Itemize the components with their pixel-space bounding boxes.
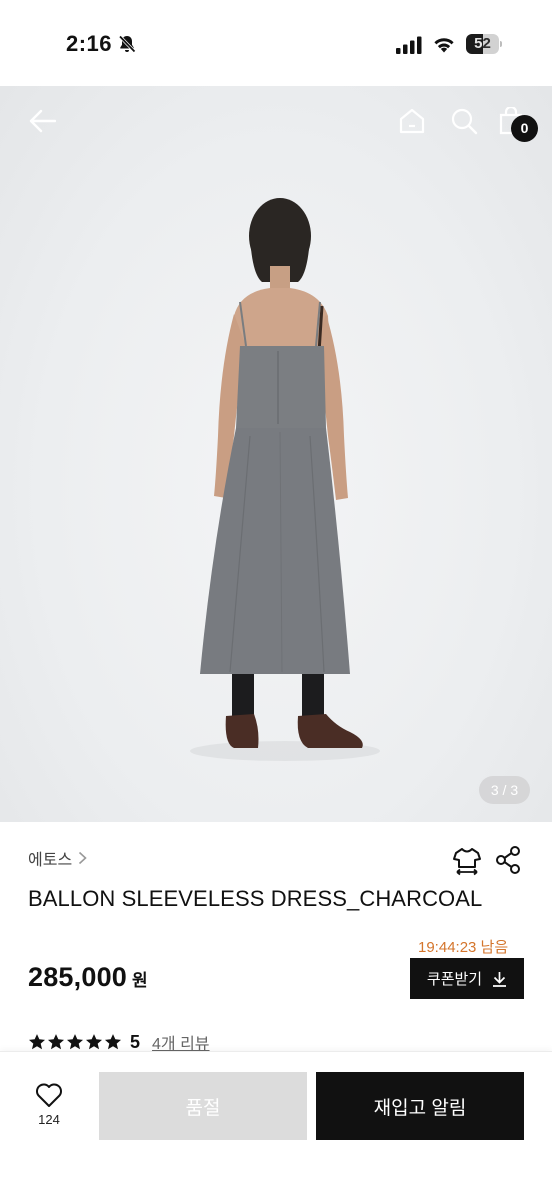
- coupon-timer: 19:44:23 남음: [418, 939, 509, 956]
- star-icon: [66, 1034, 84, 1050]
- bell-muted-icon: [118, 35, 136, 53]
- wishlist-count: 124: [38, 1112, 60, 1127]
- product-title: BALLON SLEEVELESS DRESS_CHARCOAL: [28, 886, 483, 911]
- chevron-right-icon: [79, 851, 87, 865]
- heart-icon: [36, 1083, 62, 1107]
- restock-alert-button[interactable]: 재입고 알림: [316, 1072, 524, 1140]
- arrow-left-icon: [29, 109, 56, 133]
- cellular-signal-icon: [396, 36, 422, 54]
- product-photo: [200, 198, 363, 748]
- star-icon: [104, 1034, 122, 1050]
- share-icon: [496, 846, 520, 874]
- search-button[interactable]: [448, 104, 480, 138]
- download-icon: [493, 971, 507, 987]
- coupon-download-button[interactable]: 쿠폰받기: [410, 958, 524, 999]
- brand-name: 에토스: [28, 852, 73, 869]
- star-icon: [47, 1034, 65, 1050]
- image-page-indicator: 3 / 3: [479, 776, 530, 804]
- price-value: 285,000: [28, 962, 127, 992]
- brand-link[interactable]: 에토스: [28, 846, 87, 870]
- battery-indicator: 52: [466, 34, 502, 54]
- status-time: 2:16: [66, 31, 113, 56]
- product-image-gallery[interactable]: 0 3 / 3: [0, 86, 552, 822]
- cart-count-badge: 0: [511, 115, 538, 142]
- tshirt-size-icon: [453, 848, 481, 876]
- status-bar: 2:16 52: [0, 0, 552, 86]
- search-icon: [451, 108, 478, 135]
- rating-score: 5: [130, 1031, 141, 1052]
- home-icon: [399, 108, 425, 134]
- wifi-icon: [434, 38, 454, 53]
- back-button[interactable]: [22, 104, 62, 138]
- price: 285,000 원: [28, 962, 148, 993]
- home-button[interactable]: [395, 104, 429, 138]
- rating-stars: [28, 1033, 122, 1051]
- star-icon: [28, 1034, 46, 1050]
- price-unit: 원: [132, 971, 148, 990]
- share-button[interactable]: [494, 845, 522, 877]
- battery-percent: 52: [474, 35, 491, 52]
- star-icon: [85, 1034, 103, 1050]
- size-guide-button[interactable]: [451, 845, 483, 877]
- bottom-action-bar: 124 품절 재입고 알림: [0, 1051, 552, 1200]
- coupon-label: 쿠폰받기: [426, 971, 483, 988]
- sold-out-button: 품절: [99, 1072, 307, 1140]
- wishlist-button[interactable]: 124: [24, 1082, 74, 1142]
